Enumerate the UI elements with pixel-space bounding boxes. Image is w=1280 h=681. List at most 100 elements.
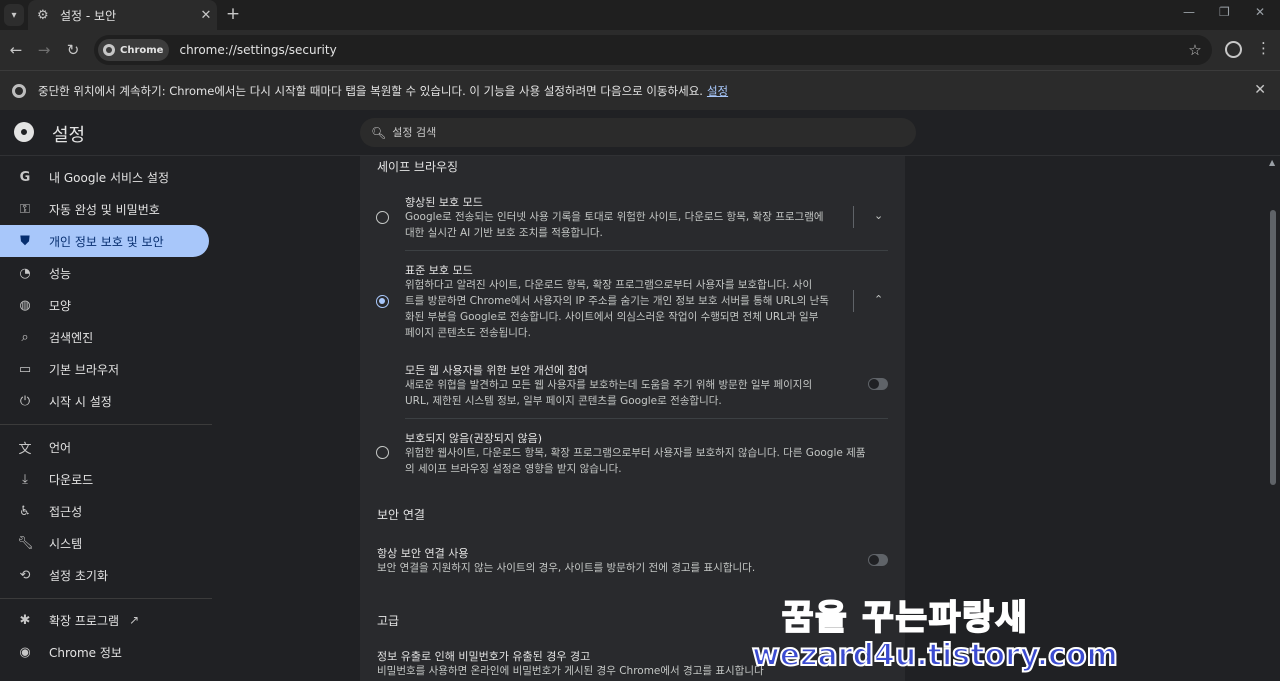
password-leak-desc: 비밀번호를 사용하면 온라인에 비밀번호가 게시된 경우 Chrome에서 경고… <box>377 665 764 677</box>
back-arrow-icon[interactable]: ← <box>5 39 27 61</box>
wrench-icon: 🔧︎ <box>17 535 34 551</box>
scrollbar[interactable]: ▲ <box>1266 156 1280 681</box>
standard-protection-radio[interactable] <box>376 295 389 308</box>
sidebar-item-autofill[interactable]: ⚿ 자동 완성 및 비밀번호 <box>0 193 209 225</box>
enhanced-protection-radio[interactable] <box>376 211 389 224</box>
sidebar-item-google-services[interactable]: G 내 Google 서비스 설정 <box>0 161 209 193</box>
sidebar-item-label: 접근성 <box>49 504 83 519</box>
sidebar-item-appearance[interactable]: ◍ 모양 <box>0 289 209 321</box>
sidebar-item-search-engine[interactable]: ⌕ 검색엔진 <box>0 321 209 353</box>
chevron-down-icon[interactable]: ⌄ <box>874 209 883 222</box>
scrollbar-thumb[interactable] <box>1270 210 1276 485</box>
sidebar-divider <box>0 598 212 599</box>
sidebar: G 내 Google 서비스 설정 ⚿ 자동 완성 및 비밀번호 ⛊ 개인 정보… <box>0 156 212 681</box>
sidebar-item-label: 다운로드 <box>49 472 94 487</box>
key-icon: ⚿ <box>20 201 30 217</box>
sidebar-item-on-startup[interactable]: ⏻ 시작 시 설정 <box>0 385 209 417</box>
sidebar-item-default-browser[interactable]: ▭ 기본 브라우저 <box>0 353 209 385</box>
sidebar-item-label: 기본 브라우저 <box>49 362 120 377</box>
sidebar-item-label: 설정 초기화 <box>49 568 109 583</box>
sidebar-item-reset[interactable]: ⟲ 설정 초기화 <box>0 559 209 591</box>
standard-protection-desc: 페이지 콘텐츠도 전송됩니다. <box>405 327 531 339</box>
translate-icon: 文 <box>18 441 32 457</box>
sidebar-item-extensions[interactable]: ✱ 확장 프로그램 ↗ <box>0 604 209 636</box>
separator <box>853 290 854 312</box>
gear-icon: ⚙ <box>37 7 49 23</box>
watermark-url: wezard4u.tistory.com <box>751 637 1119 674</box>
sidebar-item-label: 시스템 <box>49 536 83 551</box>
gauge-icon: ◔ <box>19 265 31 281</box>
minimize-icon[interactable]: — <box>1183 5 1195 19</box>
window-close-icon[interactable]: ✕ <box>1255 5 1265 19</box>
kebab-menu-icon[interactable]: ⋮ <box>1256 39 1271 57</box>
chrome-icon: ◉ <box>19 644 31 660</box>
settings-search[interactable]: 🔍︎ <box>360 118 916 147</box>
browser-window-icon: ▭ <box>18 361 32 377</box>
sidebar-item-about-chrome[interactable]: ◉ Chrome 정보 <box>0 636 209 668</box>
sidebar-item-label: 개인 정보 보호 및 보안 <box>49 234 164 249</box>
bookmark-star-icon[interactable]: ☆ <box>1178 41 1212 59</box>
tab-title: 설정 - 보안 <box>60 8 117 23</box>
watermark-title: 꿈을 꾸는파랑새 <box>781 597 1029 639</box>
restore-icon[interactable]: ❐ <box>1219 5 1230 19</box>
always-https-title: 항상 보안 연결 사용 <box>377 547 469 560</box>
improve-security-desc: URL, 제한된 시스템 정보, 일부 페이지 콘텐츠를 Google로 전송합… <box>405 395 722 407</box>
secure-connections-heading: 보안 연결 <box>377 508 425 522</box>
sidebar-divider <box>0 424 212 425</box>
site-info-chip[interactable]: Chrome <box>98 39 170 61</box>
search-icon: ⌕ <box>21 329 29 345</box>
scroll-up-arrow-icon[interactable]: ▲ <box>1269 158 1275 167</box>
no-protection-desc: 의 세이프 브라우징 설정은 영향을 받지 않습니다. <box>405 463 622 475</box>
address-bar[interactable]: Chrome chrome://settings/security ☆ <box>94 35 1212 65</box>
extension-icon: ✱ <box>19 612 31 628</box>
chevron-up-icon[interactable]: ⌃ <box>874 293 883 306</box>
watermark: 꿈을 꾸는파랑새 wezard4u.tistory.com <box>751 586 1119 681</box>
tab-search-button[interactable]: ▾ <box>4 4 24 26</box>
sidebar-item-label: 자동 완성 및 비밀번호 <box>49 202 160 217</box>
standard-protection-desc: 위험하다고 알려진 사이트, 다운로드 항목, 확장 프로그램으로부터 사용자를… <box>405 279 813 291</box>
infobar-settings-link[interactable]: 설정 <box>707 83 728 99</box>
sidebar-item-privacy[interactable]: ⛊ 개인 정보 보호 및 보안 <box>0 225 209 257</box>
search-input[interactable] <box>392 126 873 139</box>
external-link-icon: ↗ <box>129 613 140 627</box>
sidebar-item-downloads[interactable]: ⤓ 다운로드 <box>0 463 209 495</box>
search-icon: 🔍︎ <box>371 125 387 140</box>
profile-icon[interactable] <box>1225 41 1242 58</box>
chevron-down-icon: ▾ <box>11 9 17 21</box>
shield-icon: ⛊ <box>20 233 30 249</box>
new-tab-button[interactable]: + <box>223 4 243 26</box>
row-divider <box>405 250 888 251</box>
tab-strip: ▾ ⚙ 설정 - 보안 ✕ + — ❐ ✕ <box>0 0 1280 30</box>
active-tab[interactable]: ⚙ 설정 - 보안 ✕ <box>28 0 217 30</box>
sidebar-item-label: 성능 <box>49 266 72 281</box>
sidebar-item-label: 모양 <box>49 298 72 313</box>
sidebar-item-languages[interactable]: 文 언어 <box>0 431 209 463</box>
chrome-icon <box>12 83 26 98</box>
restore-infobar: 중단한 위치에서 계속하기: Chrome에서는 다시 시작할 때마다 탭을 복… <box>0 70 1280 110</box>
reload-icon[interactable]: ↻ <box>62 39 84 61</box>
url-text[interactable]: chrome://settings/security <box>179 43 1178 57</box>
settings-header: 설정 🔍︎ <box>0 110 1280 156</box>
no-protection-radio[interactable] <box>376 446 389 459</box>
sidebar-item-accessibility[interactable]: ♿︎ 접근성 <box>0 495 209 527</box>
sidebar-item-label: 확장 프로그램 <box>49 613 120 628</box>
sidebar-item-label: 내 Google 서비스 설정 <box>49 170 170 185</box>
sidebar-item-performance[interactable]: ◔ 성능 <box>0 257 209 289</box>
close-tab-icon[interactable]: ✕ <box>195 8 217 23</box>
accessibility-icon: ♿︎ <box>19 503 31 519</box>
sidebar-item-label: Chrome 정보 <box>49 645 122 660</box>
always-https-toggle[interactable] <box>868 554 888 566</box>
close-icon[interactable]: ✕ <box>1254 82 1266 98</box>
google-icon: G <box>19 169 31 185</box>
always-https-desc: 보안 연결을 지원하지 않는 사이트의 경우, 사이트를 방문하기 전에 경고를… <box>377 562 756 574</box>
standard-protection-desc: 화된 부분을 Google로 전송합니다. 사이트에서 의심스러운 작업이 수행… <box>405 311 819 323</box>
page-title: 설정 <box>52 125 86 146</box>
forward-arrow-icon[interactable]: → <box>33 39 55 61</box>
chrome-logo-icon <box>14 122 34 142</box>
improve-security-toggle[interactable] <box>868 378 888 390</box>
power-icon: ⏻ <box>19 393 31 409</box>
palette-icon: ◍ <box>19 297 31 313</box>
infobar-message: 중단한 위치에서 계속하기: Chrome에서는 다시 시작할 때마다 탭을 복… <box>38 83 703 98</box>
row-divider <box>405 418 888 419</box>
sidebar-item-system[interactable]: 🔧︎ 시스템 <box>0 527 209 559</box>
